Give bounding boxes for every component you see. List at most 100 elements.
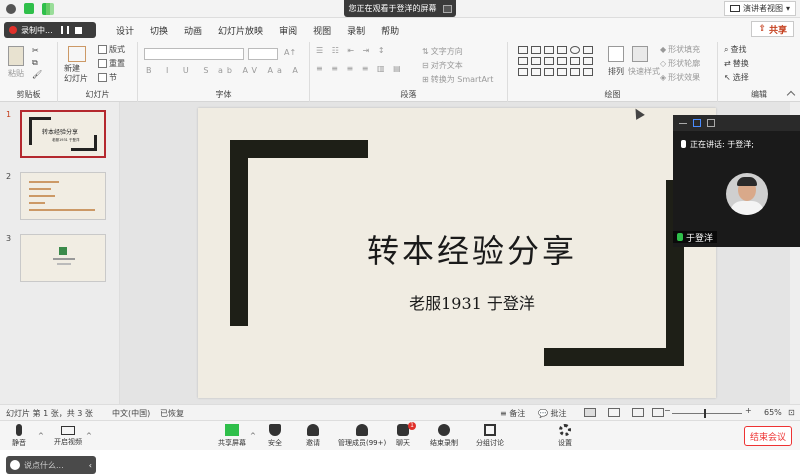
- font-family-select[interactable]: [144, 48, 244, 60]
- arrange-label[interactable]: 排列: [608, 66, 624, 77]
- share-button[interactable]: ⇪ 共享: [751, 21, 794, 37]
- tab-design[interactable]: 设计: [108, 24, 142, 37]
- section-button[interactable]: 节: [98, 72, 117, 83]
- tab-review[interactable]: 审阅: [271, 24, 305, 37]
- recording-indicator[interactable]: 录制中...: [4, 22, 96, 38]
- thumbnail-row-2: 2: [6, 172, 106, 220]
- quick-chat-input[interactable]: 说点什么... ‹: [6, 456, 96, 474]
- stop-record-icon: [438, 424, 450, 436]
- thumb-frame-top: [29, 117, 51, 120]
- cut-icon[interactable]: ✂: [32, 46, 39, 55]
- slide-subtitle[interactable]: 老服1931 于登洋: [348, 290, 596, 314]
- settings-button[interactable]: 设置: [558, 424, 572, 448]
- font-style-buttons[interactable]: B I U S: [146, 66, 214, 75]
- quick-styles-icon[interactable]: [632, 46, 648, 62]
- language-indicator[interactable]: 中文(中国): [112, 408, 150, 419]
- new-slide-icon[interactable]: [68, 46, 86, 62]
- shape-outline-button[interactable]: ◇ 形状轮廓: [660, 58, 700, 69]
- zoom-level[interactable]: 65%: [764, 408, 782, 417]
- comments-button[interactable]: 💬 批注: [538, 408, 567, 419]
- video-panel: 正在讲话: 于登洋; 于登洋: [673, 115, 800, 247]
- presenter-view-dropdown[interactable]: 演讲者视图 ▾: [723, 1, 796, 16]
- align-buttons[interactable]: ≡ ≡ ≡ ≡ ▥ ▤: [316, 64, 404, 73]
- quick-styles-label[interactable]: 快速样式: [628, 66, 660, 77]
- smartart-button[interactable]: ⊞ 转换为 SmartArt: [422, 74, 493, 85]
- video-options-caret[interactable]: ^: [86, 432, 92, 440]
- shield-icon[interactable]: [24, 3, 34, 14]
- pause-icon[interactable]: [60, 26, 69, 34]
- end-meeting-button[interactable]: 结束会议: [744, 426, 792, 446]
- invite-button[interactable]: 邀请: [306, 424, 320, 448]
- speaker-view-icon[interactable]: [693, 119, 701, 127]
- zoom-out-icon[interactable]: −: [664, 406, 671, 415]
- text-direction-button[interactable]: ⇅ 文字方向: [422, 46, 463, 57]
- slide-title[interactable]: 转本经验分享: [343, 226, 601, 272]
- thumbnail-number: 2: [6, 172, 12, 181]
- notes-button[interactable]: ≡ 备注: [500, 408, 525, 419]
- tab-transitions[interactable]: 切换: [142, 24, 176, 37]
- share-screen-button[interactable]: 共享屏幕: [218, 424, 246, 448]
- format-painter-icon[interactable]: 🖌: [32, 70, 42, 79]
- list-buttons[interactable]: ☰ ☷ ⇤ ⇥ ↕: [316, 46, 388, 55]
- emoji-icon[interactable]: [10, 460, 20, 470]
- arrange-icon[interactable]: [608, 46, 624, 62]
- participants-button[interactable]: 管理成员(99+): [338, 424, 386, 448]
- slide-thumbnail-3[interactable]: [20, 234, 106, 282]
- slides-group: 新建 幻灯片 版式 重置 节 幻灯片: [58, 42, 138, 102]
- paste-label[interactable]: 粘贴: [8, 68, 24, 79]
- replace-button[interactable]: ⇄ 替换: [724, 58, 749, 69]
- network-signal-icon[interactable]: [42, 3, 54, 15]
- security-button[interactable]: 安全: [268, 424, 282, 448]
- tab-slideshow[interactable]: 幻灯片放映: [210, 24, 271, 37]
- paste-icon[interactable]: [8, 46, 24, 66]
- fit-slide-icon[interactable]: ⊡: [788, 408, 795, 417]
- share-options-caret[interactable]: ^: [250, 432, 256, 440]
- info-icon[interactable]: [6, 4, 16, 14]
- find-button[interactable]: ⌕ 查找: [724, 44, 746, 55]
- zoom-in-icon[interactable]: +: [745, 406, 752, 415]
- participant-avatar[interactable]: [726, 173, 768, 215]
- meeting-controls: 静音 ^ 开启视频 ^ 共享屏幕 ^ 安全 邀请 管理成员(99+) 1 聊天 …: [0, 420, 800, 450]
- end-recording-button[interactable]: 结束录制: [430, 424, 458, 448]
- viewing-share-banner[interactable]: 您正在观看于登洋的屏幕: [344, 0, 456, 17]
- shape-effects-button[interactable]: ◈ 形状效果: [660, 72, 700, 83]
- normal-view-icon[interactable]: [584, 408, 596, 417]
- font-color-buttons[interactable]: ab AV Aa A: [218, 66, 302, 75]
- tab-help[interactable]: 帮助: [373, 24, 407, 37]
- fill-icon: ◆: [660, 45, 667, 54]
- chat-button[interactable]: 1 聊天: [396, 422, 416, 448]
- chevron-left-icon[interactable]: ‹: [89, 461, 92, 470]
- grow-font-icon[interactable]: A↑: [284, 48, 296, 57]
- slide-thumbnail-2[interactable]: [20, 172, 106, 220]
- gallery-view-icon[interactable]: [707, 119, 715, 127]
- reset-button[interactable]: 重置: [98, 58, 125, 69]
- shape-fill-button[interactable]: ◆ 形状填充: [660, 44, 700, 55]
- tab-view[interactable]: 视图: [305, 24, 339, 37]
- slide-canvas[interactable]: 转本经验分享 老服1931 于登洋: [198, 108, 716, 398]
- minimize-icon[interactable]: [679, 122, 687, 124]
- slide-sorter-icon[interactable]: [608, 408, 620, 417]
- font-size-select[interactable]: [248, 48, 278, 60]
- new-slide-label[interactable]: 新建 幻灯片: [64, 64, 88, 84]
- copy-icon[interactable]: ⧉: [32, 58, 38, 68]
- start-video-button[interactable]: 开启视频: [54, 424, 82, 447]
- thumbnail-row-1: 1 转本经验分享 老服1931 于登洋: [6, 110, 106, 158]
- tab-record[interactable]: 录制: [339, 24, 373, 37]
- shapes-gallery[interactable]: [518, 46, 598, 76]
- thumb-text-line: [29, 188, 51, 190]
- banner-options-icon[interactable]: [442, 4, 452, 13]
- align-text-button[interactable]: ⊟ 对齐文本: [422, 60, 463, 71]
- mute-button[interactable]: 静音: [12, 424, 26, 448]
- layout-button[interactable]: 版式: [98, 44, 125, 55]
- breakout-rooms-button[interactable]: 分组讨论: [476, 424, 504, 448]
- search-icon: ⌕: [724, 44, 729, 54]
- reading-view-icon[interactable]: [632, 408, 644, 417]
- audio-options-caret[interactable]: ^: [38, 432, 44, 440]
- zoom-slider-thumb[interactable]: [704, 409, 706, 418]
- select-button[interactable]: ↖ 选择: [724, 72, 749, 83]
- stop-icon[interactable]: [74, 26, 82, 34]
- slideshow-view-icon[interactable]: [652, 408, 664, 417]
- slide-thumbnail-1[interactable]: 转本经验分享 老服1931 于登洋: [20, 110, 106, 158]
- tab-animations[interactable]: 动画: [176, 24, 210, 37]
- zoom-slider[interactable]: [672, 413, 742, 414]
